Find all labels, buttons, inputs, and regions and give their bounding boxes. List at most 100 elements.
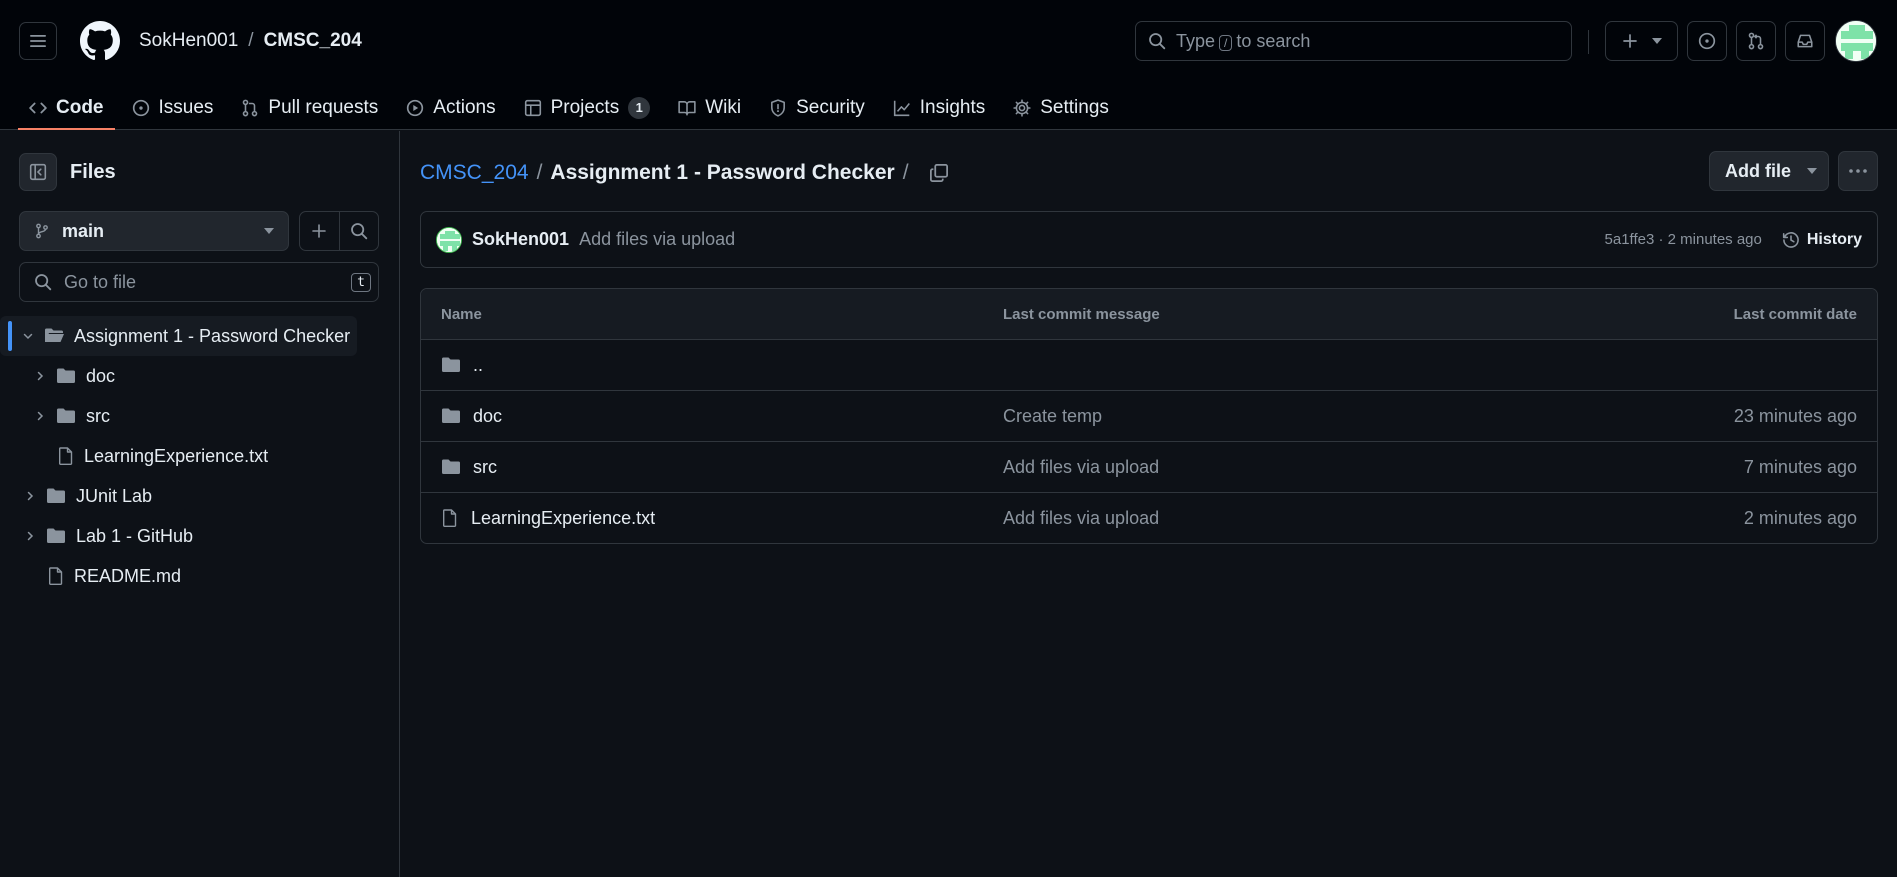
inbox-icon — [1797, 34, 1813, 48]
table-row[interactable]: LearningExperience.txt Add files via upl… — [421, 492, 1877, 543]
tree-item-junit-lab[interactable]: JUnit Lab — [0, 476, 400, 516]
tree-item-doc[interactable]: doc — [0, 356, 400, 396]
commit-meta[interactable]: 5a1ffe3 · 2 minutes ago — [1605, 231, 1762, 248]
repo-owner-link[interactable]: SokHen001 — [139, 30, 238, 52]
branch-selector[interactable]: main — [19, 211, 289, 251]
chevron-right-icon[interactable] — [32, 370, 48, 382]
breadcrumb-repo-link[interactable]: CMSC_204 — [420, 161, 529, 185]
book-icon — [678, 101, 696, 116]
tab-insights[interactable]: Insights — [882, 86, 996, 130]
issue-icon — [1698, 32, 1716, 50]
tab-label: Wiki — [705, 97, 742, 118]
history-label: History — [1806, 230, 1862, 248]
file-name-link[interactable]: LearningExperience.txt — [471, 508, 655, 529]
table-row[interactable]: doc Create temp 23 minutes ago — [421, 390, 1877, 441]
chevron-right-icon[interactable] — [22, 490, 38, 502]
sidebar-actions — [299, 211, 379, 251]
more-options-button[interactable] — [1838, 151, 1878, 191]
folder-icon — [56, 407, 76, 425]
commit-author-avatar[interactable] — [436, 226, 462, 253]
user-avatar[interactable] — [1835, 20, 1877, 62]
go-to-file-input[interactable]: Go to file t — [19, 262, 379, 302]
tree-item-lab-1-github[interactable]: Lab 1 - GitHub — [0, 516, 400, 556]
tab-security[interactable]: Security — [758, 86, 876, 130]
git-branch-icon — [36, 223, 48, 239]
search-files-button[interactable] — [340, 212, 379, 250]
code-icon — [29, 102, 47, 114]
table-row[interactable]: .. — [421, 339, 1877, 390]
tab-projects[interactable]: Projects 1 — [513, 86, 662, 130]
history-icon — [1782, 231, 1799, 248]
commit-message-cell[interactable]: Add files via upload — [1003, 508, 1577, 529]
commit-date-cell: 7 minutes ago — [1743, 456, 1857, 477]
commit-message[interactable]: Add files via upload — [579, 229, 735, 250]
tab-pull-requests[interactable]: Pull requests — [230, 86, 389, 130]
search-input[interactable]: Type / to search — [1135, 21, 1572, 61]
breadcrumb-separator: / — [902, 161, 909, 184]
tab-label: Issues — [158, 97, 214, 118]
tab-label: Insights — [919, 97, 986, 118]
pull-request-icon — [1748, 32, 1764, 50]
commit-message-cell[interactable]: Add files via upload — [1003, 457, 1577, 478]
chevron-down-icon[interactable] — [20, 330, 36, 342]
commit-message-cell[interactable]: Create temp — [1003, 406, 1577, 427]
create-new-button[interactable] — [1605, 21, 1678, 61]
file-tree-sidebar: Files main Go to file t Assignment 1 - P… — [0, 131, 400, 877]
go-to-file-placeholder: Go to file — [64, 271, 137, 292]
folder-icon — [46, 527, 66, 545]
tab-wiki[interactable]: Wiki — [667, 86, 752, 130]
breadcrumb-separator: / — [536, 161, 543, 184]
add-file-button[interactable]: Add file — [1709, 151, 1829, 191]
collapse-sidebar-button[interactable] — [19, 153, 57, 191]
folder-icon — [442, 357, 460, 372]
issue-icon — [132, 99, 149, 117]
issues-button[interactable] — [1687, 21, 1727, 61]
header-divider — [1588, 30, 1589, 54]
search-placeholder: Type / to search — [1176, 30, 1311, 51]
folder-icon — [442, 459, 460, 474]
tree-item-label: README.md — [74, 565, 182, 586]
tree-item-learningexperience[interactable]: LearningExperience.txt — [0, 436, 400, 476]
inbox-button[interactable] — [1785, 21, 1825, 61]
tab-code[interactable]: Code — [18, 86, 115, 130]
tree-item-assignment-1[interactable]: Assignment 1 - Password Checker — [0, 316, 357, 356]
folder-icon — [46, 487, 66, 505]
tree-item-label: Lab 1 - GitHub — [76, 525, 194, 546]
file-table: Name Last commit message Last commit dat… — [420, 288, 1878, 544]
file-name-link[interactable]: src — [473, 457, 497, 478]
graph-icon — [893, 100, 910, 117]
hamburger-menu-button[interactable] — [19, 22, 57, 60]
table-icon — [524, 99, 541, 117]
tree-item-readme[interactable]: README.md — [0, 556, 400, 596]
repo-name-link[interactable]: CMSC_204 — [264, 30, 362, 52]
add-file-sidebar-button[interactable] — [300, 212, 340, 250]
folder-icon — [56, 367, 76, 385]
repo-path: SokHen001 / CMSC_204 — [139, 30, 362, 52]
tree-item-src[interactable]: src — [0, 396, 400, 436]
file-name-link[interactable]: doc — [473, 406, 502, 427]
copy-path-icon[interactable] — [929, 163, 949, 183]
history-button[interactable]: History — [1782, 231, 1862, 249]
tab-issues[interactable]: Issues — [121, 86, 225, 130]
commit-author[interactable]: SokHen001 — [472, 229, 569, 250]
plus-icon — [1622, 34, 1637, 48]
caret-down-icon — [1651, 38, 1662, 44]
chevron-right-icon[interactable] — [32, 410, 48, 422]
table-header: Name Last commit message Last commit dat… — [421, 289, 1877, 339]
tab-settings[interactable]: Settings — [1002, 86, 1120, 130]
hamburger-icon — [30, 35, 46, 47]
tab-actions[interactable]: Actions — [395, 86, 506, 130]
file-name-link[interactable]: .. — [473, 355, 483, 376]
sidebar-collapse-icon — [29, 163, 47, 181]
pull-requests-button[interactable] — [1736, 21, 1776, 61]
tab-label: Code — [56, 97, 104, 118]
table-row[interactable]: src Add files via upload 7 minutes ago — [421, 441, 1877, 492]
github-logo-icon[interactable] — [80, 21, 120, 61]
tab-label: Pull requests — [268, 97, 379, 118]
search-shortcut-key: / — [1219, 34, 1233, 51]
tree-item-label: doc — [86, 365, 116, 386]
play-icon — [407, 99, 424, 117]
pull-request-icon — [243, 99, 258, 117]
chevron-right-icon[interactable] — [22, 530, 38, 542]
search-icon — [35, 274, 52, 291]
